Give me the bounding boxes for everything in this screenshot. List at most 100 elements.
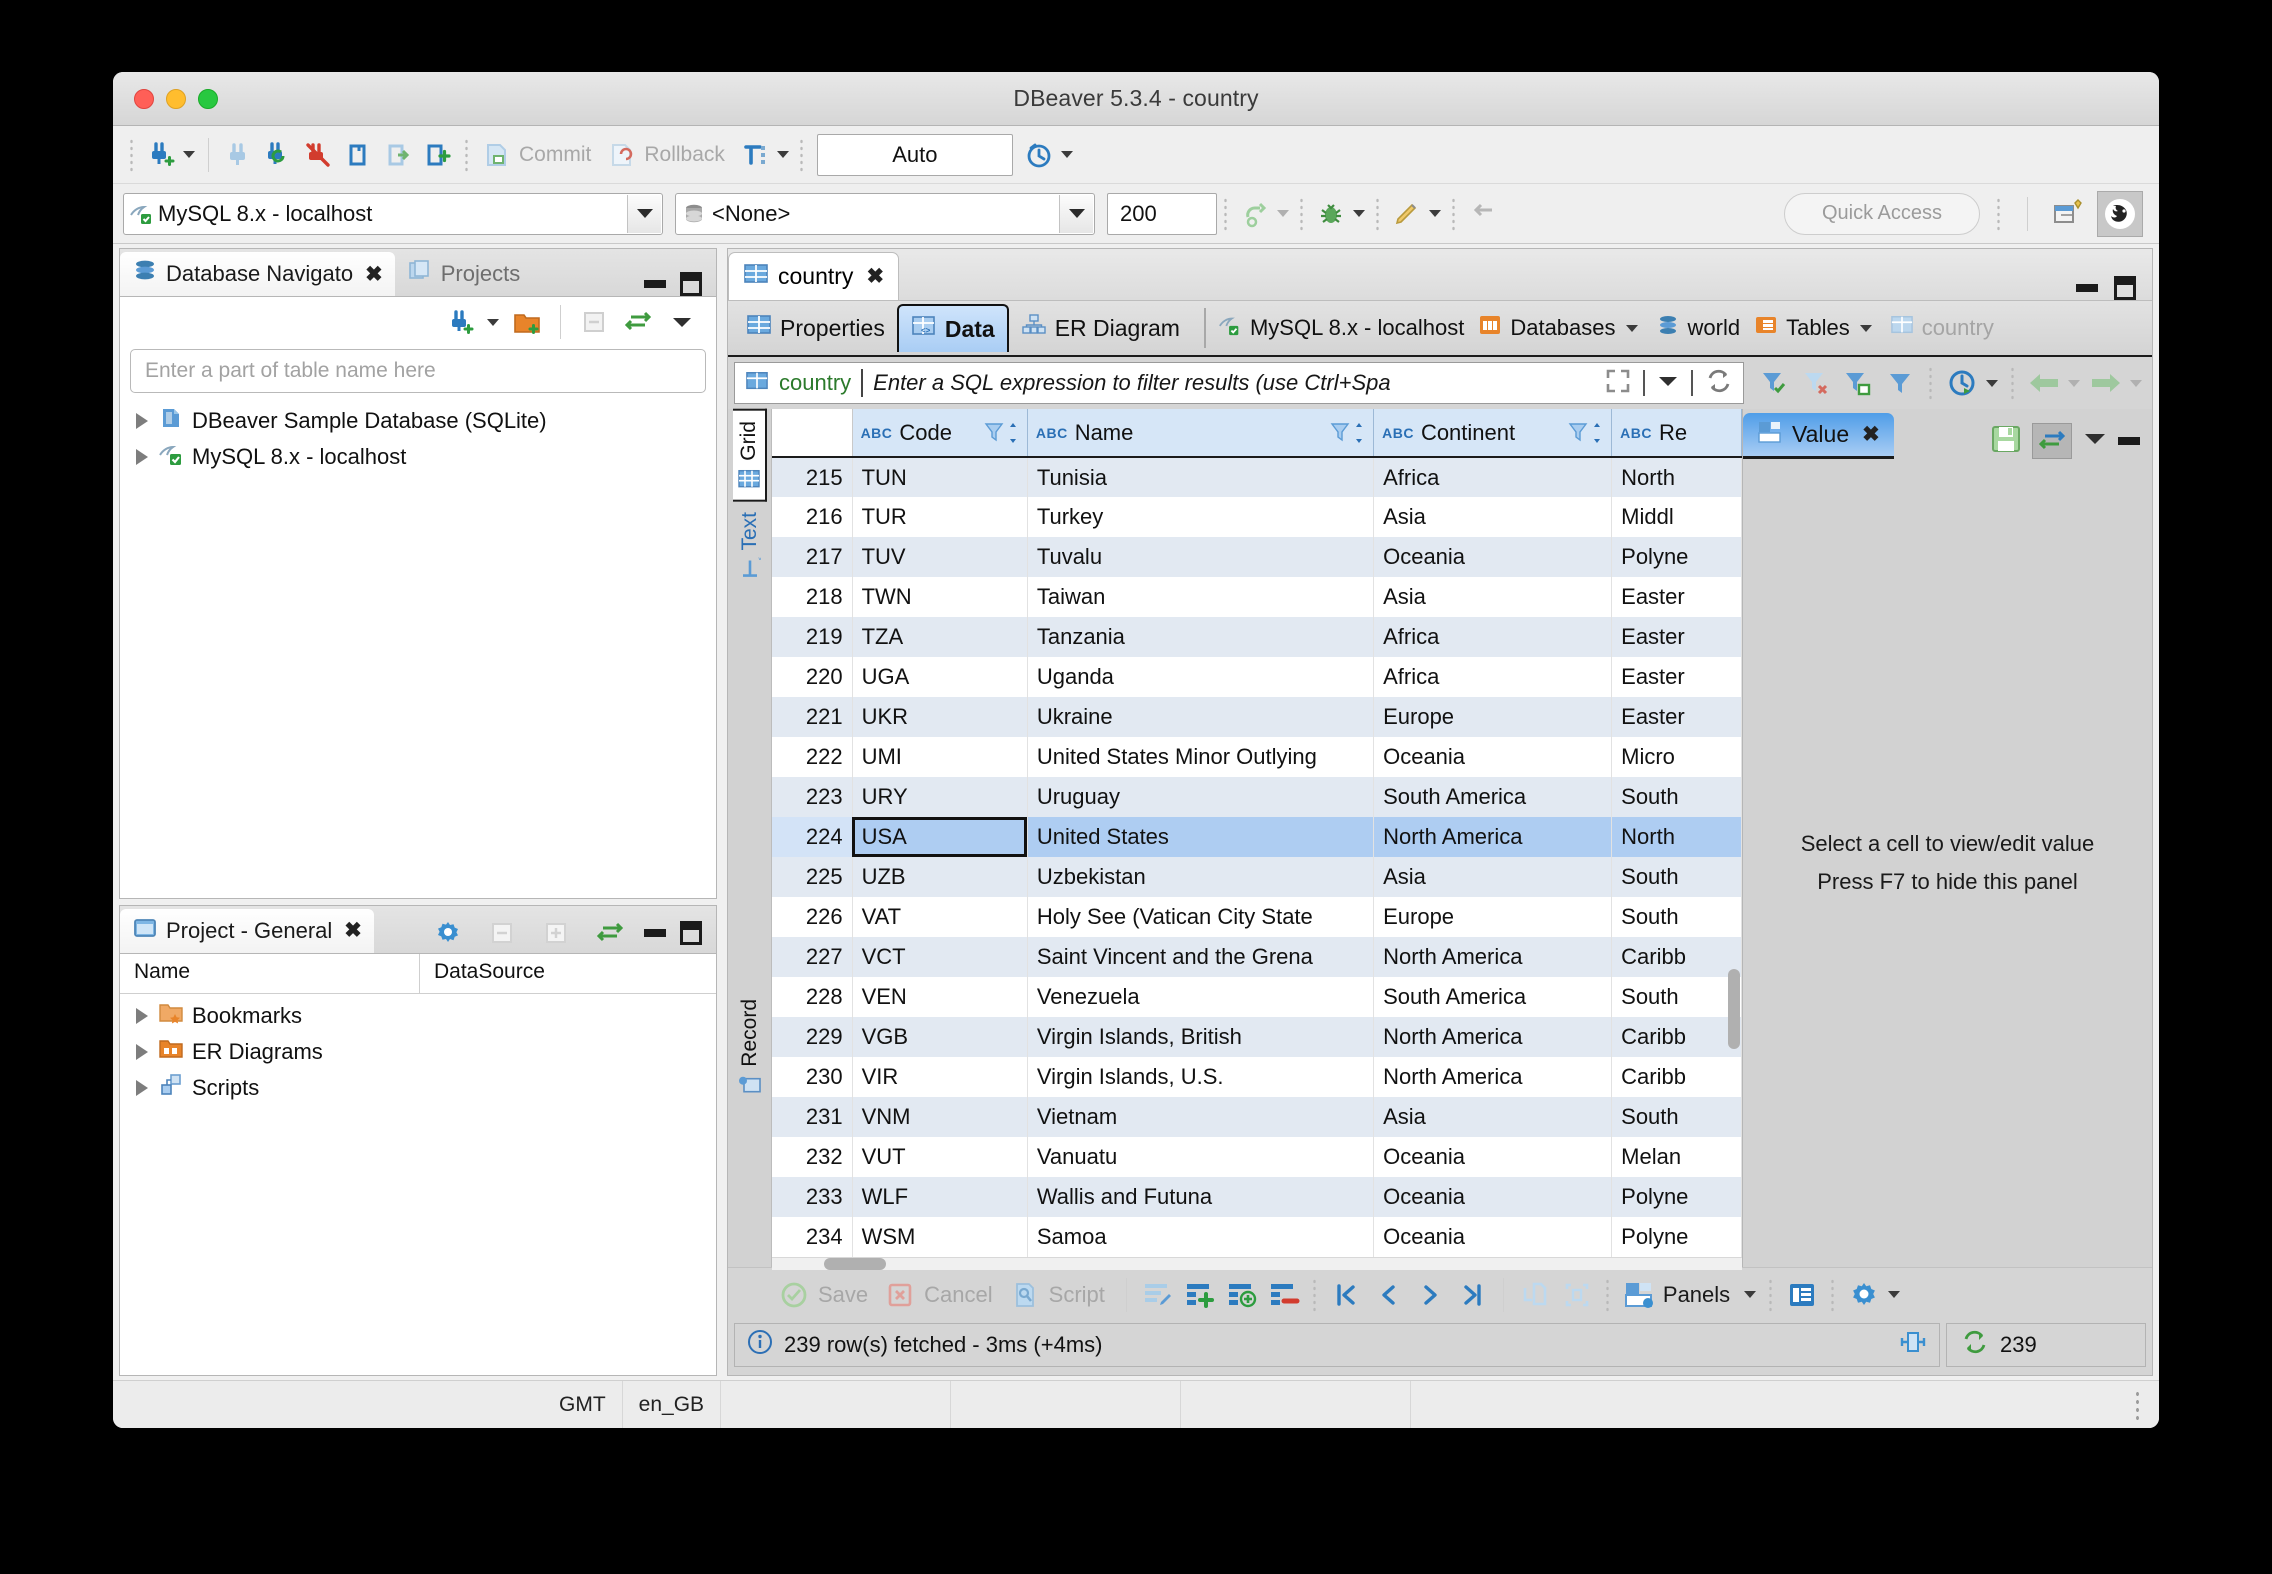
cell-region[interactable]: Micro <box>1611 737 1742 777</box>
commit-icon[interactable] <box>476 135 516 175</box>
table-row[interactable]: 231 VNM Vietnam Asia South <box>772 1097 1742 1137</box>
row-number-cell[interactable]: 219 <box>772 617 853 657</box>
tab-er-diagram[interactable]: ER Diagram <box>1009 304 1192 352</box>
row-number-cell[interactable]: 228 <box>772 977 853 1017</box>
cell-continent[interactable]: Africa <box>1373 617 1613 657</box>
cell-name[interactable]: Tunisia <box>1027 457 1375 497</box>
open-perspective-icon[interactable] <box>2047 194 2087 234</box>
tab-projects[interactable]: Projects <box>395 252 532 296</box>
table-row[interactable]: 227 VCT Saint Vincent and the Grena North A… <box>772 937 1742 977</box>
cell-region[interactable]: Easter <box>1611 617 1742 657</box>
row-number-cell[interactable]: 229 <box>772 1017 853 1057</box>
connect-icon[interactable] <box>218 135 258 175</box>
navigator-filter-input[interactable]: Enter a part of table name here <box>130 349 706 393</box>
table-row[interactable]: 222 UMI United States Minor Outlying Oceani… <box>772 737 1742 777</box>
save-changes-icon[interactable] <box>774 1275 814 1315</box>
chevron-down-icon[interactable] <box>1625 324 1638 332</box>
tab-value[interactable]: Value ✖ <box>1743 413 1894 459</box>
cell-code[interactable]: VNM <box>852 1097 1028 1137</box>
cell-region[interactable]: South <box>1611 977 1742 1017</box>
cell-continent[interactable]: Europe <box>1373 697 1613 737</box>
row-number-cell[interactable]: 231 <box>772 1097 853 1137</box>
new-connection-dropdown-caret[interactable] <box>487 318 499 326</box>
sql-editor-icon[interactable] <box>338 135 378 175</box>
database-combo[interactable]: <None> <box>675 192 1095 235</box>
cell-region[interactable]: Easter <box>1611 657 1742 697</box>
cell-continent[interactable]: South America <box>1373 977 1613 1017</box>
project-item-bookmarks[interactable]: Bookmarks <box>120 998 716 1034</box>
table-row[interactable]: 216 TUR Turkey Asia Middl <box>772 497 1742 537</box>
cell-code[interactable]: VAT <box>852 897 1028 937</box>
cell-name[interactable]: Turkey <box>1027 497 1375 537</box>
link-editor-icon[interactable] <box>590 913 630 953</box>
tab-database-navigator[interactable]: Database Navigato ✖ <box>120 252 395 296</box>
vertical-scrollbar-thumb[interactable] <box>1728 969 1740 1049</box>
table-row[interactable]: 233 WLF Wallis and Futuna Oceania Polyne <box>772 1177 1742 1217</box>
close-icon[interactable]: ✖ <box>866 264 884 289</box>
export-icon[interactable] <box>1515 1275 1555 1315</box>
row-number-cell[interactable]: 224 <box>772 817 853 857</box>
minimize-icon[interactable] <box>644 928 666 937</box>
minimize-icon[interactable] <box>2076 284 2098 292</box>
table-row[interactable]: 221 UKR Ukraine Europe Easter <box>772 697 1742 737</box>
clear-filter-icon[interactable] <box>1796 363 1836 403</box>
link-editor-icon[interactable] <box>618 302 658 342</box>
cell-region[interactable]: South <box>1611 857 1742 897</box>
cell-name[interactable]: United States <box>1027 817 1375 857</box>
cell-region[interactable]: North <box>1611 457 1742 497</box>
table-row[interactable]: 215 TUN Tunisia Africa North <box>772 457 1742 497</box>
sql-execute-caret[interactable] <box>1277 210 1289 217</box>
cell-name[interactable]: Uruguay <box>1027 777 1375 817</box>
row-number-header[interactable] <box>772 409 853 458</box>
tree-item-mysql-localhost[interactable]: MySQL 8.x - localhost <box>120 439 716 475</box>
cell-name[interactable]: Uganda <box>1027 657 1375 697</box>
cell-continent[interactable]: Asia <box>1373 1097 1613 1137</box>
row-number-cell[interactable]: 232 <box>772 1137 853 1177</box>
cell-name[interactable]: Tanzania <box>1027 617 1375 657</box>
view-menu-icon[interactable] <box>662 302 702 342</box>
last-row-icon[interactable] <box>1452 1275 1492 1315</box>
table-row[interactable]: 225 UZB Uzbekistan Asia South <box>772 857 1742 897</box>
fetch-size-input[interactable]: 200 <box>1107 192 1217 235</box>
project-item-er-diagrams[interactable]: ER Diagrams <box>120 1034 716 1070</box>
table-row[interactable]: 223 URY Uruguay South America South <box>772 777 1742 817</box>
cell-code[interactable]: UGA <box>852 657 1028 697</box>
close-icon[interactable]: ✖ <box>344 918 362 943</box>
forward-caret[interactable] <box>2130 379 2142 387</box>
transaction-mode-caret[interactable] <box>776 151 789 158</box>
presentation-tab-record[interactable]: Record <box>734 989 766 1106</box>
panels-icon[interactable] <box>1619 1275 1659 1315</box>
status-locale[interactable]: en_GB <box>623 1381 722 1428</box>
filter-menu-icon[interactable] <box>1880 363 1920 403</box>
table-row[interactable]: 234 WSM Samoa Oceania Polyne <box>772 1217 1742 1257</box>
cell-name[interactable]: Saint Vincent and the Grena <box>1027 937 1375 977</box>
cell-code[interactable]: VCT <box>852 937 1028 977</box>
datasource-combo[interactable]: MySQL 8.x - localhost <box>123 192 663 235</box>
tab-project-general[interactable]: Project - General ✖ <box>120 908 374 953</box>
back-icon[interactable] <box>2024 363 2064 403</box>
cell-code[interactable]: USA <box>852 817 1028 857</box>
table-row[interactable]: 219 TZA Tanzania Africa Easter <box>772 617 1742 657</box>
save-button[interactable]: Save <box>818 1282 868 1308</box>
cell-name[interactable]: Venezuela <box>1027 977 1375 1017</box>
status-resize-grip[interactable] <box>2135 1389 2141 1420</box>
row-number-cell[interactable]: 221 <box>772 697 853 737</box>
auto-apply-icon[interactable] <box>2032 423 2072 459</box>
panels-caret[interactable] <box>1744 1291 1757 1298</box>
cell-region[interactable]: Melan <box>1611 1137 1742 1177</box>
cell-continent[interactable]: South America <box>1373 777 1613 817</box>
breadcrumb-databases[interactable]: Databases <box>1478 313 1641 343</box>
transaction-log-caret[interactable] <box>1060 151 1073 158</box>
table-row[interactable]: 217 TUV Tuvalu Oceania Polyne <box>772 537 1742 577</box>
refresh-icon[interactable] <box>1961 1329 1989 1361</box>
filter-history-caret[interactable] <box>1657 373 1679 394</box>
maximize-icon[interactable] <box>680 272 702 296</box>
row-number-cell[interactable]: 217 <box>772 537 853 577</box>
sort-control[interactable] <box>1568 421 1603 445</box>
cell-continent[interactable]: Oceania <box>1373 1177 1613 1217</box>
apply-filter-icon[interactable] <box>1754 363 1794 403</box>
cell-region[interactable]: Caribb <box>1611 937 1742 977</box>
forward-icon[interactable] <box>2086 363 2126 403</box>
cell-continent[interactable]: Africa <box>1373 657 1613 697</box>
prev-row-icon[interactable] <box>1368 1275 1408 1315</box>
